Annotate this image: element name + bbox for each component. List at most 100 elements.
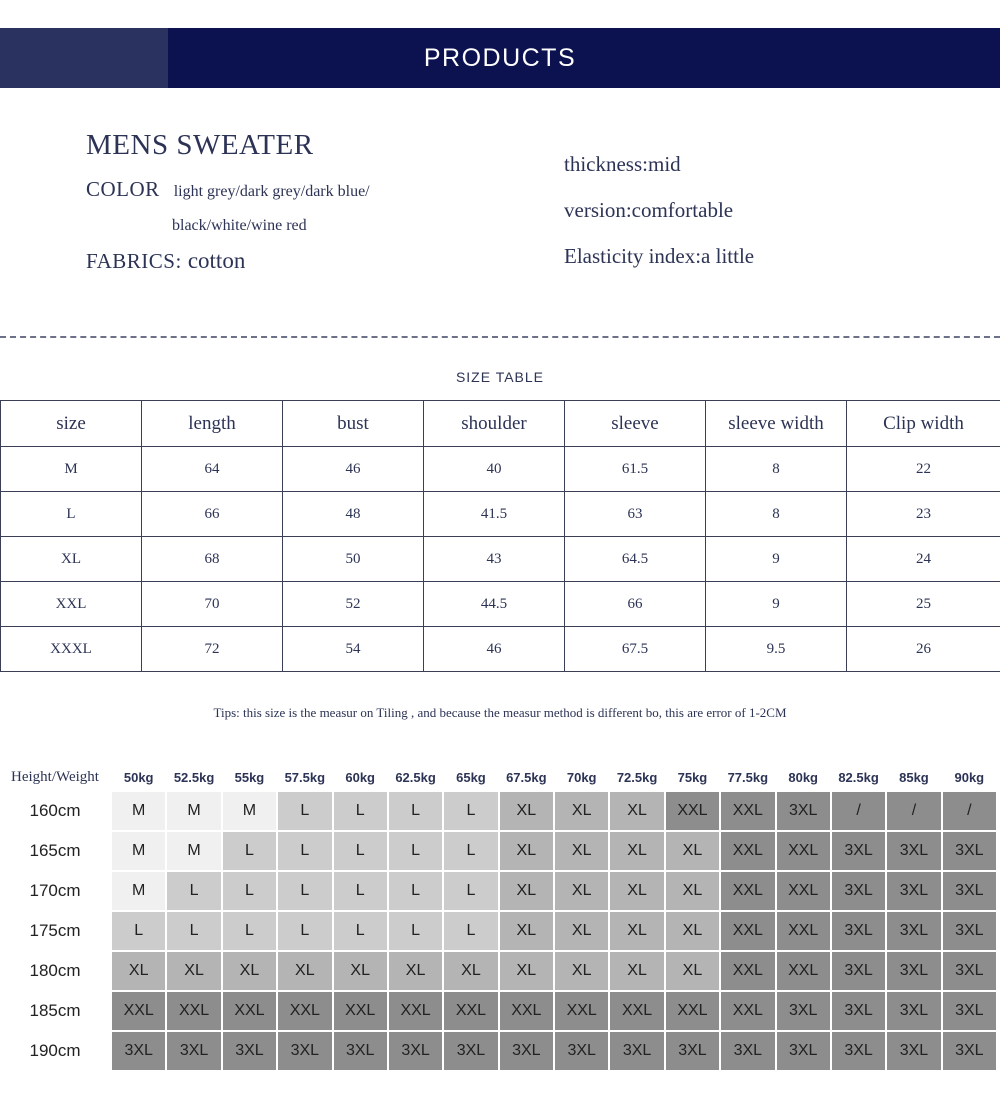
matrix-cell: XL — [610, 832, 664, 870]
matrix-cell: XXL — [167, 992, 221, 1030]
matrix-cell: L — [444, 872, 498, 910]
matrix-cell: L — [222, 832, 277, 870]
matrix-cell: L — [333, 912, 387, 950]
matrix-cell: XL — [222, 952, 277, 990]
matrix-weight-header: 57.5kg — [278, 764, 332, 790]
matrix-cell: XXL — [610, 992, 664, 1030]
size-table-cell: 8 — [705, 491, 847, 537]
size-table-col-header: sleeve — [564, 400, 706, 447]
matrix-cell: L — [333, 792, 387, 830]
matrix-cell: XXL — [721, 832, 775, 870]
size-cell: L — [0, 491, 142, 537]
matrix-cell: 3XL — [333, 1032, 387, 1070]
matrix-cell: XL — [112, 952, 166, 990]
matrix-weight-header: 52.5kg — [167, 764, 221, 790]
matrix-weight-header: 50kg — [112, 764, 166, 790]
size-table-cell: 48 — [282, 491, 424, 537]
matrix-cell: XXL — [665, 792, 720, 830]
matrix-weight-header: 67.5kg — [499, 764, 553, 790]
size-table-cell: 41.5 — [423, 491, 565, 537]
size-table-col-header: size — [0, 400, 142, 447]
matrix-cell: L — [222, 872, 277, 910]
size-table-tips: Tips: this size is the measur on Tiling … — [213, 705, 787, 720]
matrix-cell: L — [388, 872, 443, 910]
matrix-weight-header: 75kg — [665, 764, 720, 790]
size-table-cell: 66 — [564, 581, 706, 627]
section-divider — [0, 336, 1000, 338]
matrix-cell: L — [222, 912, 277, 950]
matrix-row: 180cm XL XL XL XL XL XL XL XL XL XL XL XXL XXL 3XL 3XL 3… — [0, 952, 996, 990]
matrix-cell: L — [112, 912, 166, 950]
matrix-cell: XL — [444, 952, 498, 990]
matrix-row: 165cm M M L L L L L XL XL XL XL XXL XXL 3XL 3XL 3XL — [0, 832, 996, 870]
matrix-cell: XL — [665, 872, 720, 910]
matrix-cell: XL — [555, 872, 609, 910]
matrix-row: 190cm 3XL 3XL 3XL 3XL 3XL 3XL 3XL 3XL 3XL 3XL 3XL 3X… — [0, 1032, 996, 1070]
size-table-cell: 26 — [846, 626, 1000, 672]
matrix-cell: XL — [665, 832, 720, 870]
size-table-cell: 46 — [423, 626, 565, 672]
size-table-cell: 70 — [141, 581, 283, 627]
size-table-cell: 22 — [846, 446, 1000, 492]
spec-color-line2-wrap: black/white/wine red — [172, 211, 556, 241]
matrix-cell: XL — [167, 952, 221, 990]
product-info-right-column: thickness:mid version:comfortable Elasti… — [564, 142, 984, 279]
product-info-left-column: MENS SWEATER COLOR light grey/dark grey/… — [86, 128, 556, 278]
matrix-cell: 3XL — [831, 952, 886, 990]
size-table-header-row: size length bust shoulder sleeve sleeve … — [0, 400, 1000, 447]
size-cell: M — [0, 446, 142, 492]
matrix-cell: / — [831, 792, 886, 830]
matrix-cell: XL — [610, 952, 664, 990]
matrix-cell: L — [278, 872, 332, 910]
table-row: XL 68 50 43 64.5 9 24 — [0, 536, 1000, 582]
matrix-cell: 3XL — [776, 992, 830, 1030]
matrix-cell: XL — [610, 912, 664, 950]
spec-thickness: thickness:mid — [564, 152, 681, 176]
matrix-cell: 3XL — [831, 832, 886, 870]
size-table-col-header: Clip width — [846, 400, 1000, 447]
matrix-weight-header: 65kg — [444, 764, 498, 790]
matrix-cell: L — [278, 912, 332, 950]
matrix-cell: 3XL — [167, 1032, 221, 1070]
matrix-cell: 3XL — [942, 832, 996, 870]
size-table-cell: 64.5 — [564, 536, 706, 582]
matrix-cell: XXL — [333, 992, 387, 1030]
matrix-weight-header: 55kg — [222, 764, 277, 790]
matrix-cell: M — [112, 792, 166, 830]
matrix-cell: XXL — [721, 912, 775, 950]
matrix-cell: L — [167, 872, 221, 910]
matrix-cell: 3XL — [610, 1032, 664, 1070]
matrix-cell: 3XL — [776, 1032, 830, 1070]
matrix-cell: XL — [665, 912, 720, 950]
matrix-height-label: 180cm — [0, 952, 110, 990]
spec-elasticity: Elasticity index:a little — [564, 243, 755, 268]
matrix-cell: XL — [665, 952, 720, 990]
matrix-cell: XL — [610, 872, 664, 910]
matrix-cell: XL — [388, 952, 443, 990]
matrix-cell: XXL — [776, 832, 830, 870]
matrix-cell: 3XL — [499, 1032, 553, 1070]
matrix-cell: XL — [555, 792, 609, 830]
matrix-height-label: 185cm — [0, 992, 110, 1030]
spec-color-value-line1: light grey/dark grey/dark blue/ — [173, 182, 370, 200]
matrix-cell: 3XL — [776, 792, 830, 830]
matrix-row: 160cm M M M L L L L XL XL XL XXL XXL 3XL / / / — [0, 792, 996, 830]
matrix-height-label: 175cm — [0, 912, 110, 950]
size-table-cell: 9 — [705, 581, 847, 627]
table-row: XXXL 72 54 46 67.5 9.5 26 — [0, 626, 1000, 672]
size-cell: XXL — [0, 581, 142, 627]
matrix-weight-header: 90kg — [942, 764, 996, 790]
size-table-cell: 40 — [423, 446, 565, 492]
spec-fabrics: FABRICS: cotton — [86, 248, 556, 274]
matrix-height-label: 160cm — [0, 792, 110, 830]
matrix-cell: 3XL — [831, 992, 886, 1030]
table-row: XXL 70 52 44.5 66 9 25 — [0, 581, 1000, 627]
matrix-height-label: 165cm — [0, 832, 110, 870]
matrix-cell: M — [167, 832, 221, 870]
page-title: MENS SWEATER — [86, 129, 314, 161]
size-table-col-header: bust — [282, 400, 424, 447]
size-table-cell: 72 — [141, 626, 283, 672]
table-row: M 64 46 40 61.5 8 22 — [0, 446, 1000, 492]
matrix-height-label: 170cm — [0, 872, 110, 910]
matrix-cell: 3XL — [887, 832, 941, 870]
